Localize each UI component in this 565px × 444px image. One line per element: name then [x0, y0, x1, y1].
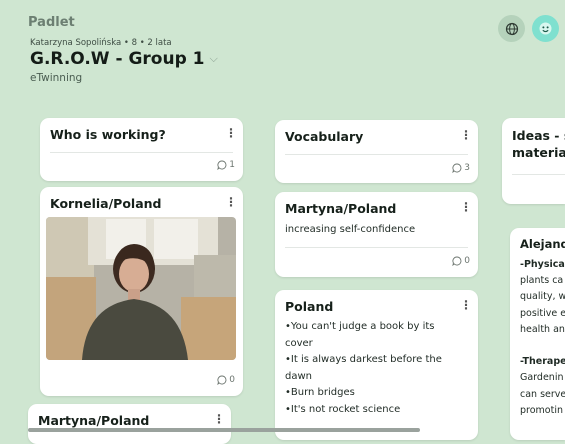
more-options-icon[interactable]: ⋮ — [213, 413, 225, 425]
post-line: health an — [520, 323, 565, 335]
post-body: -Physica plants ca quality, w positive e… — [520, 257, 565, 419]
post-line: -Physica — [520, 259, 565, 270]
board-title-text: G.R.O.W - Group 1 — [30, 49, 205, 69]
post-title: Martyna/Poland — [285, 201, 397, 216]
post-kornelia[interactable]: Kornelia/Poland ⋮ 0 — [40, 187, 243, 396]
post-body: increasing self-confidence — [285, 224, 416, 235]
post-line: promotin — [520, 404, 563, 416]
post-body: •You can't judge a book by its cover •It… — [285, 319, 442, 418]
post-line: •You can't judge a book by its — [285, 321, 435, 332]
post-title: Kornelia/Poland — [50, 196, 162, 211]
padlet-logo[interactable]: Padlet — [28, 15, 75, 30]
post-line: plants ca — [520, 275, 564, 287]
post-line: quality, w — [520, 291, 565, 303]
more-options-icon[interactable]: ⋮ — [225, 127, 237, 139]
horizontal-scrollbar[interactable] — [28, 428, 420, 432]
post-line: -Therape — [520, 356, 565, 368]
comment-count[interactable]: 3 — [452, 163, 470, 173]
board-meta: Katarzyna Sopolińska • 8 • 2 lata — [30, 38, 172, 48]
comment-icon — [217, 160, 227, 170]
comment-count[interactable]: 0 — [217, 375, 235, 385]
post-title-line: materials — [512, 145, 565, 160]
post-title-line: Ideas - s — [512, 128, 565, 143]
more-options-icon[interactable]: ⋮ — [460, 129, 472, 141]
comment-count[interactable]: 0 — [452, 256, 470, 266]
post-vocabulary[interactable]: Vocabulary ⋮ 3 — [275, 120, 478, 183]
divider — [512, 174, 565, 175]
comment-count-value: 1 — [229, 160, 235, 170]
post-martyna[interactable]: Martyna/Poland ⋮ increasing self-confide… — [275, 192, 478, 277]
post-title: Alejand — [520, 237, 565, 251]
board-subtitle: eTwinning — [30, 72, 83, 84]
globe-icon — [505, 22, 518, 35]
comment-count[interactable]: 1 — [217, 160, 235, 170]
post-line: •It is always darkest before the — [285, 354, 442, 365]
portrait-image — [46, 217, 236, 360]
post-line: can serve — [520, 388, 565, 400]
more-options-icon[interactable]: ⋮ — [225, 196, 237, 208]
post-martyna-bottom[interactable]: Martyna/Poland ⋮ — [28, 404, 231, 444]
post-title: Vocabulary — [285, 129, 364, 144]
post-alejandro[interactable]: Alejand -Physica plants ca quality, w po… — [510, 228, 565, 440]
post-title: Poland — [285, 299, 334, 314]
post-line — [520, 338, 565, 354]
board-title[interactable]: G.R.O.W - Group 1 ⌵ — [30, 49, 218, 69]
post-line: •Burn bridges — [285, 387, 355, 398]
comment-icon — [217, 375, 227, 385]
post-line: positive e — [520, 307, 565, 319]
post-who-is-working[interactable]: Who is working? ⋮ 1 — [40, 118, 243, 181]
post-title: Martyna/Poland — [38, 413, 150, 428]
avatar-icon — [539, 22, 552, 35]
post-title: Who is working? — [50, 127, 166, 142]
globe-button[interactable] — [498, 15, 525, 42]
comment-count-value: 0 — [464, 256, 470, 266]
post-title: Ideas - s materials — [512, 127, 565, 161]
post-poland[interactable]: Poland ⋮ •You can't judge a book by its … — [275, 290, 478, 440]
comment-count-value: 0 — [229, 375, 235, 385]
post-line: dawn — [285, 370, 312, 382]
post-line: •It's not rocket science — [285, 403, 401, 415]
post-line: cover — [285, 337, 313, 349]
board-header: Padlet Katarzyna Sopolińska • 8 • 2 lata… — [0, 0, 565, 100]
comment-icon — [452, 256, 462, 266]
divider — [285, 247, 468, 248]
comment-count-value: 3 — [464, 163, 470, 173]
post-photo[interactable] — [46, 217, 236, 360]
more-options-icon[interactable]: ⋮ — [460, 299, 472, 311]
divider — [285, 154, 468, 155]
post-ideas[interactable]: Ideas - s materials — [502, 118, 565, 204]
chevron-down-icon[interactable]: ⌵ — [210, 52, 218, 66]
divider — [50, 152, 233, 153]
comment-icon — [452, 163, 462, 173]
post-line: Gardenin — [520, 372, 564, 384]
user-avatar[interactable] — [532, 15, 559, 42]
more-options-icon[interactable]: ⋮ — [460, 201, 472, 213]
